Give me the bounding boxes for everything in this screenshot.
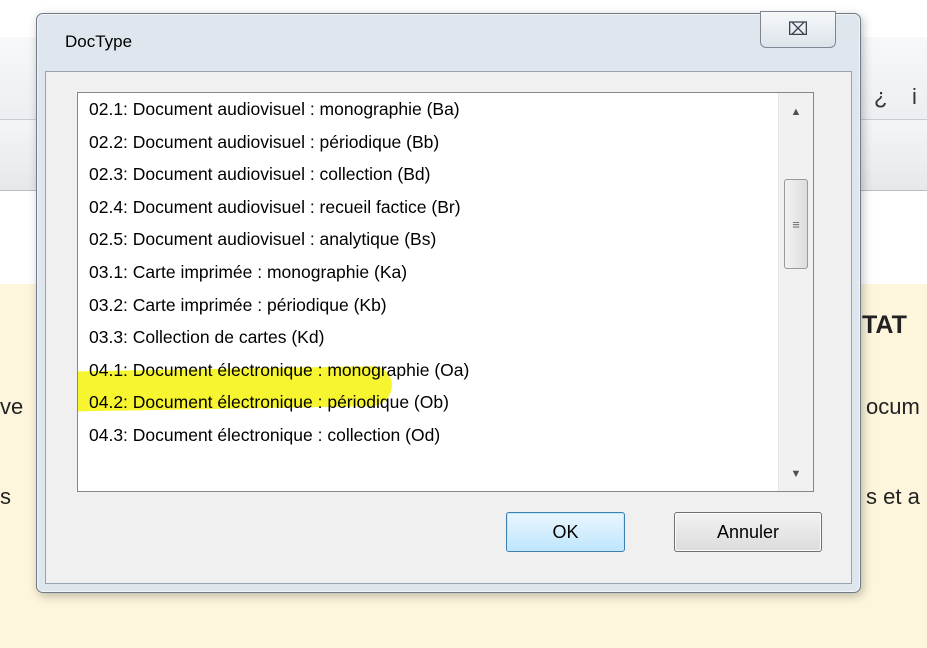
ok-button[interactable]: OK bbox=[506, 512, 625, 552]
list-item[interactable]: 03.2: Carte imprimée : périodique (Kb) bbox=[78, 289, 778, 322]
list-item[interactable]: 04.1: Document électronique : monographi… bbox=[78, 354, 778, 387]
list-item[interactable]: 03.1: Carte imprimée : monographie (Ka) bbox=[78, 256, 778, 289]
doctype-listbox[interactable]: 02.1: Document audiovisuel : monographie… bbox=[77, 92, 814, 492]
doctype-dialog: DocType ⌧ 02.1: Document audiovisuel : m… bbox=[36, 11, 861, 593]
close-icon: ⌧ bbox=[787, 19, 809, 39]
doctype-list: 02.1: Document audiovisuel : monographie… bbox=[78, 93, 778, 452]
list-item[interactable]: 02.5: Document audiovisuel : analytique … bbox=[78, 223, 778, 256]
cancel-button[interactable]: Annuler bbox=[674, 512, 822, 552]
inverted-question-icon[interactable]: ¿ bbox=[874, 84, 887, 110]
list-item-highlighted[interactable]: 03.3: Collection de cartes (Kd) bbox=[78, 321, 778, 354]
list-item[interactable]: 02.3: Document audiovisuel : collection … bbox=[78, 158, 778, 191]
list-item[interactable]: 02.1: Document audiovisuel : monographie… bbox=[78, 93, 778, 126]
background-text-ve: ve bbox=[0, 394, 24, 419]
list-item[interactable]: 04.3: Document électronique : collection… bbox=[78, 419, 778, 452]
grip-icon: ≡ bbox=[792, 216, 800, 232]
background-text-tat: TAT bbox=[862, 311, 907, 339]
scroll-down-arrow-icon[interactable]: ▼ bbox=[779, 457, 813, 491]
info-icon[interactable]: i bbox=[912, 84, 917, 110]
scroll-up-arrow-icon[interactable]: ▲ bbox=[779, 95, 813, 129]
list-item[interactable]: 02.4: Document audiovisuel : recueil fac… bbox=[78, 191, 778, 224]
vertical-scrollbar[interactable]: ▲ ≡ ▼ bbox=[778, 93, 813, 491]
scrollbar-thumb[interactable]: ≡ bbox=[784, 179, 808, 269]
background-text-s: s bbox=[0, 484, 11, 509]
background-text-ocum: ocum bbox=[866, 394, 920, 419]
list-item[interactable]: 04.2: Document électronique : périodique… bbox=[78, 386, 778, 419]
dialog-client-area: 02.1: Document audiovisuel : monographie… bbox=[45, 71, 852, 584]
background-text-s-et: s et a bbox=[866, 484, 920, 509]
close-button[interactable]: ⌧ bbox=[760, 11, 836, 48]
list-item[interactable]: 02.2: Document audiovisuel : périodique … bbox=[78, 126, 778, 159]
dialog-title: DocType bbox=[65, 32, 133, 51]
